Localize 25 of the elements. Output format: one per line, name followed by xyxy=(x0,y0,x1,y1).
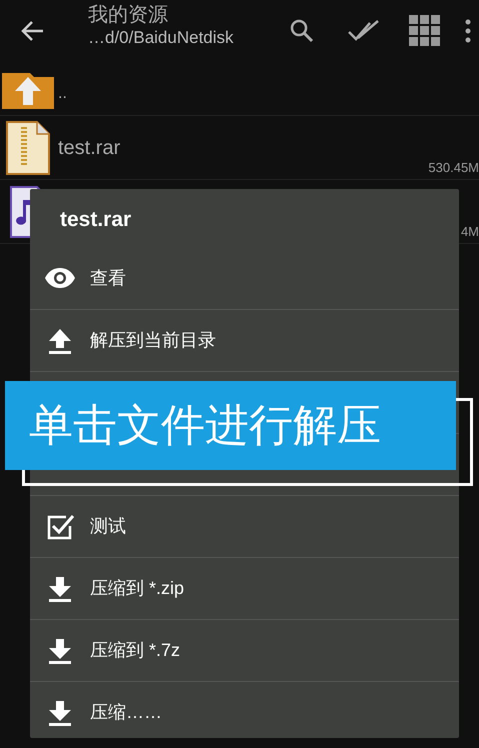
menu-item[interactable]: 查看 xyxy=(30,247,459,309)
caption-text: 单击文件进行解压 xyxy=(29,400,381,452)
dialog-title: test.rar xyxy=(60,207,132,234)
file-name: .. xyxy=(58,84,67,104)
eye-icon xyxy=(44,267,76,289)
folder-path: …d/0/BaiduNetdisk xyxy=(88,27,235,49)
search-icon[interactable] xyxy=(290,19,314,43)
download-icon xyxy=(46,636,74,664)
menu-item[interactable]: 压缩到 *.zip xyxy=(30,557,459,619)
upload-icon xyxy=(46,326,74,354)
menu-item[interactable]: 压缩到 *.7z xyxy=(30,619,459,681)
grid-icon[interactable] xyxy=(409,15,441,47)
double-check-icon[interactable] xyxy=(348,20,380,42)
menu-item[interactable]: 测试 xyxy=(30,495,459,557)
back-arrow-icon[interactable] xyxy=(20,20,44,42)
file-size: 4M xyxy=(460,222,479,240)
file-name: test.rar xyxy=(58,136,120,160)
file-size: 530.45M xyxy=(428,158,479,176)
menu-item[interactable]: 压缩…… xyxy=(30,681,459,743)
toolbar-title: 我的资源 xyxy=(88,3,169,27)
more-icon[interactable] xyxy=(465,19,471,43)
menu-item[interactable]: 解压到当前目录 xyxy=(30,309,459,371)
zip-file-icon xyxy=(6,120,50,174)
download-icon xyxy=(46,698,74,726)
download-icon xyxy=(46,574,74,602)
